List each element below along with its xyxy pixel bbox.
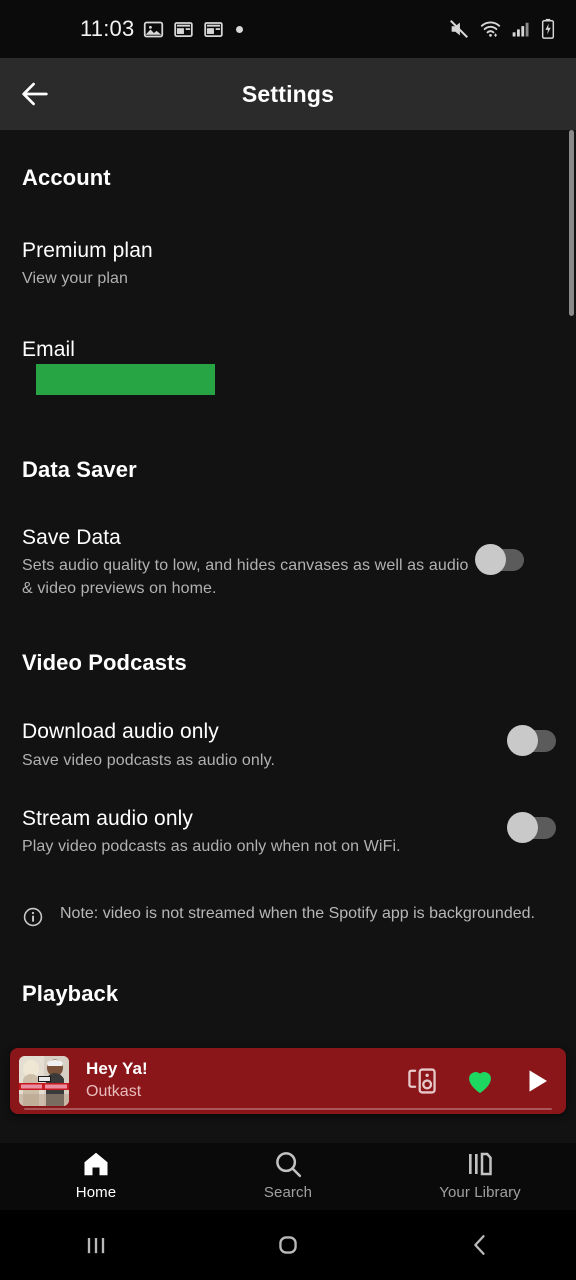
section-header-data-saver: Data Saver: [22, 456, 137, 482]
track-title: Hey Ya!: [86, 1059, 148, 1079]
toggle-knob: [475, 543, 506, 575]
toggle-knob: [507, 811, 538, 843]
status-bar-right: [448, 18, 556, 40]
note-text: Note: video is not streamed when the Spo…: [60, 905, 535, 923]
video-podcasts-note: Note: video is not streamed when the Spo…: [0, 903, 576, 928]
spotify-connect-device-icon[interactable]: [406, 1065, 438, 1097]
album-art-image: [19, 1056, 69, 1106]
arrow-left-icon: [22, 82, 48, 106]
battery-charging-icon: [541, 18, 555, 39]
setting-row-premium-plan[interactable]: Premium plan View your plan: [0, 238, 576, 290]
email-redaction-box: [36, 363, 215, 395]
notification-card-icon: [204, 21, 224, 37]
setting-row-save-data[interactable]: Save Data Sets audio quality to low, and…: [0, 525, 576, 601]
setting-title: Premium plan: [22, 239, 153, 262]
home-circle-icon: [279, 1236, 297, 1254]
setting-row-email[interactable]: Email: [0, 337, 576, 395]
track-artist: Outkast: [86, 1082, 142, 1100]
now-playing-bar[interactable]: Hey Ya! Outkast: [10, 1048, 566, 1114]
library-icon: [469, 1152, 492, 1176]
status-bar-left: 11:03: [80, 16, 244, 42]
tab-home[interactable]: Home: [21, 1149, 171, 1201]
album-art[interactable]: [19, 1056, 69, 1106]
notification-card-icon: [174, 21, 194, 37]
tab-search[interactable]: Search: [213, 1149, 363, 1201]
section-header-playback: Playback: [22, 981, 119, 1007]
system-navigation-bar: [0, 1210, 576, 1280]
row-text: Premium plan View your plan: [22, 238, 556, 290]
section-header-account: Account: [22, 165, 111, 190]
phone-screen: 11:03 Settings Account Premium plan View…: [0, 0, 576, 1280]
play-icon[interactable]: [522, 1066, 552, 1096]
cellular-signal-icon: [512, 22, 529, 37]
tab-label: Search: [263, 1184, 313, 1201]
status-bar: 11:03: [0, 0, 576, 58]
row-text: Stream audio only Play video podcasts as…: [22, 806, 510, 858]
back-chevron-icon: [474, 1235, 485, 1255]
status-bar-clock: 11:03: [80, 16, 135, 41]
setting-subtitle: Save video podcasts as audio only.: [22, 751, 276, 769]
toggle-save-data[interactable]: [475, 543, 524, 575]
heart-filled-icon[interactable]: [464, 1065, 496, 1097]
setting-subtitle: Sets audio quality to low, and hides can…: [22, 556, 469, 598]
toggle-stream-audio-only[interactable]: [507, 811, 556, 843]
row-text: Save Data Sets audio quality to low, and…: [22, 525, 470, 601]
search-icon: [276, 1152, 302, 1178]
tab-your-library[interactable]: Your Library: [405, 1149, 555, 1201]
home-icon: [84, 1152, 108, 1176]
scrollbar-thumb[interactable]: [569, 130, 574, 316]
now-playing-meta: Hey Ya! Outkast: [86, 1059, 406, 1102]
volume-mute-icon: [450, 20, 468, 38]
toggle-knob: [507, 725, 538, 757]
setting-title: Email: [22, 338, 76, 362]
toggle-download-audio-only[interactable]: [507, 725, 556, 757]
bottom-tab-bar: Home Search Your Library: [0, 1143, 576, 1210]
app-bar: Settings: [0, 58, 576, 130]
setting-row-download-audio-only[interactable]: Download audio only Save video podcasts …: [0, 719, 576, 771]
setting-subtitle: View your plan: [22, 270, 129, 288]
back-button-system[interactable]: [420, 1210, 540, 1280]
dot-indicator-icon: [236, 25, 244, 33]
back-button[interactable]: [0, 58, 70, 130]
recents-icon: [87, 1238, 105, 1254]
setting-subtitle: Play video podcasts as audio only when n…: [22, 838, 401, 855]
info-icon: [23, 907, 43, 927]
setting-row-stream-audio-only[interactable]: Stream audio only Play video podcasts as…: [0, 806, 576, 858]
row-text: Download audio only Save video podcasts …: [22, 719, 510, 771]
setting-title: Save Data: [22, 525, 121, 549]
setting-title: Stream audio only: [22, 806, 193, 830]
wifi-icon: [480, 21, 501, 37]
now-playing-actions: [406, 1065, 552, 1097]
home-button[interactable]: [228, 1210, 348, 1280]
setting-title: Download audio only: [22, 720, 219, 744]
page-title: Settings: [241, 80, 335, 107]
tab-label: Home: [75, 1184, 117, 1201]
playback-progress-bar: [24, 1108, 552, 1110]
recents-button[interactable]: [36, 1210, 156, 1280]
tab-label: Your Library: [439, 1184, 521, 1201]
section-header-video-podcasts: Video Podcasts: [22, 650, 187, 676]
image-icon: [144, 21, 164, 37]
